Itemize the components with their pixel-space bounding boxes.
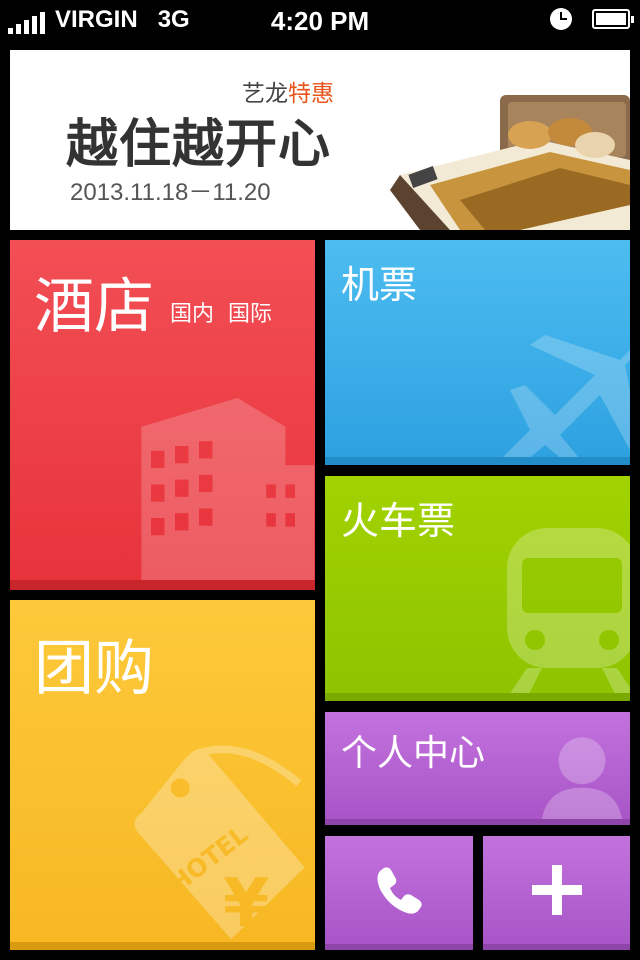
building-icon — [141, 398, 315, 580]
train-icon — [507, 528, 630, 693]
personal-center-label: 个人中心 — [341, 733, 486, 774]
flight-tile[interactable]: 机票 — [325, 240, 630, 465]
alarm-clock-icon — [550, 8, 572, 30]
airplane-icon — [503, 335, 630, 457]
banner-headline: 越住越开心 — [66, 115, 332, 175]
hotel-international-link[interactable]: 国际 — [228, 296, 272, 328]
banner-dates: 2013.11.18－11.20 — [70, 179, 271, 206]
user-icon — [542, 737, 622, 819]
hotel-price-tag-icon: HOTEL ¥ — [134, 745, 305, 942]
flight-label: 机票 — [341, 263, 418, 307]
hotel-tile[interactable]: 酒店 国内 国际 — [10, 240, 315, 590]
bed-image — [390, 95, 630, 230]
hotel-domestic-link[interactable]: 国内 — [170, 296, 214, 328]
add-button[interactable] — [483, 836, 630, 950]
train-label: 火车票 — [341, 499, 456, 543]
battery-icon — [592, 9, 634, 29]
train-tile[interactable]: 火车票 — [325, 476, 630, 701]
status-time: 4:20 PM — [270, 6, 370, 36]
status-bar: VIRGIN 3G 4:20 PM — [0, 0, 640, 40]
phone-icon — [377, 867, 422, 914]
group-buy-label: 团购 — [34, 634, 154, 704]
hotel-label: 酒店 — [34, 272, 154, 342]
promo-banner[interactable]: 艺龙特惠 越住越开心 2013.11.18－11.20 — [10, 50, 630, 230]
group-buy-tile[interactable]: HOTEL ¥ 团购 — [10, 600, 315, 950]
phone-button[interactable] — [325, 836, 473, 950]
personal-center-tile[interactable]: 个人中心 — [325, 712, 630, 825]
yen-icon: ¥ — [223, 864, 269, 942]
plus-icon — [531, 865, 582, 915]
